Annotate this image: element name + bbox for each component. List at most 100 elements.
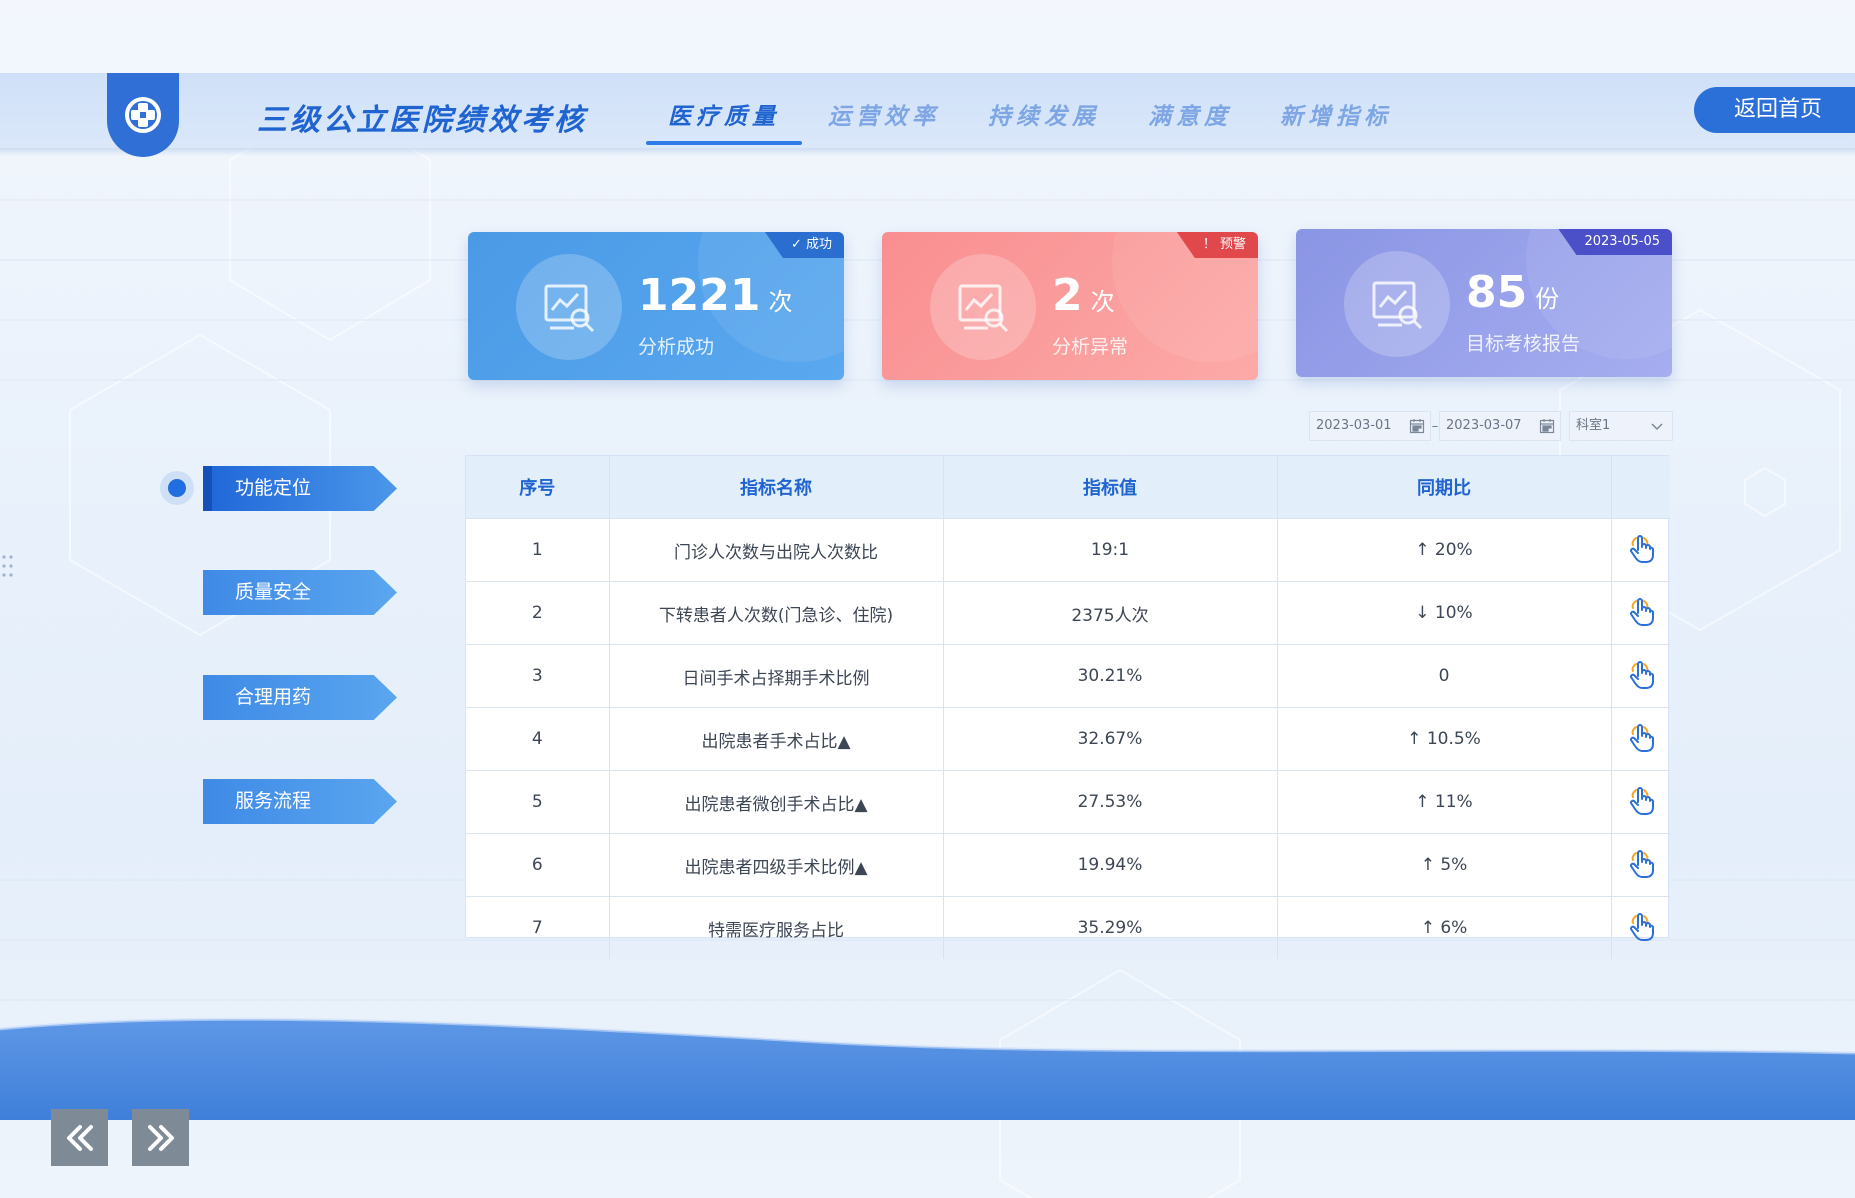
row-value: 19.94%: [943, 833, 1278, 897]
start-date-picker[interactable]: 2023-03-01: [1309, 411, 1431, 441]
row-action[interactable]: [1611, 770, 1670, 834]
tab-new-indicators[interactable]: 新增指标: [1280, 97, 1392, 145]
card-label: 分析成功: [638, 336, 715, 358]
table-header-row: 序号 指标名称 指标值 同期比: [466, 456, 1670, 519]
table-row: 2 下转患者人次数(门急诊、住院) 2375人次 ↓ 10%: [466, 581, 1670, 645]
row-no: 3: [466, 644, 610, 708]
calendar-icon: [1539, 419, 1555, 434]
sidebar-item-function-position[interactable]: 功能定位: [203, 466, 397, 511]
hand-pointer-icon[interactable]: [1626, 847, 1656, 879]
start-date-value: 2023-03-01: [1316, 418, 1392, 433]
card-icon-circle: [930, 254, 1036, 360]
logo-badge: [107, 73, 179, 157]
column-header-name: 指标名称: [609, 456, 944, 519]
table-row: 6 出院患者四级手术比例▲ 19.94% ↑ 5%: [466, 833, 1670, 897]
tab-satisfaction[interactable]: 满意度: [1148, 97, 1232, 145]
card-label: 分析异常: [1052, 336, 1129, 358]
double-chevron-right-icon: [147, 1124, 174, 1151]
sidebar-active-indicator: [160, 471, 194, 505]
sidebar-item-service-process[interactable]: 服务流程: [203, 779, 397, 824]
end-date-picker[interactable]: 2023-03-07: [1439, 411, 1561, 441]
row-no: 6: [466, 833, 610, 897]
row-action[interactable]: [1611, 518, 1670, 582]
table-row: 5 出院患者微创手术占比▲ 27.53% ↑ 11%: [466, 770, 1670, 834]
indicator-table: 序号 指标名称 指标值 同期比 1 门诊人次数与出院人次数比 19:1 ↑ 20…: [465, 455, 1670, 959]
row-value: 27.53%: [943, 770, 1278, 834]
department-select[interactable]: 科室1: [1569, 411, 1673, 441]
row-action[interactable]: [1611, 581, 1670, 645]
row-action[interactable]: [1611, 644, 1670, 708]
row-name: 特需医疗服务占比: [609, 896, 944, 959]
table-row: 1 门诊人次数与出院人次数比 19:1 ↑ 20%: [466, 518, 1670, 582]
hand-pointer-icon[interactable]: [1626, 910, 1656, 942]
prev-page-button[interactable]: [51, 1109, 108, 1166]
row-name: 出院患者微创手术占比▲: [609, 770, 944, 834]
column-header-value: 指标值: [943, 456, 1278, 519]
table-row: 4 出院患者手术占比▲ 32.67% ↑ 10.5%: [466, 707, 1670, 771]
row-yoy: ↑ 10.5%: [1277, 707, 1612, 771]
tab-sustainable-development[interactable]: 持续发展: [988, 97, 1100, 145]
home-button[interactable]: 返回首页: [1694, 87, 1855, 133]
top-bar-shadow: [0, 148, 1855, 156]
row-value: 35.29%: [943, 896, 1278, 959]
row-name: 下转患者人次数(门急诊、住院): [609, 581, 944, 645]
hand-pointer-icon[interactable]: [1626, 595, 1656, 627]
chart-search-icon: [1372, 281, 1423, 330]
hand-pointer-icon[interactable]: [1626, 784, 1656, 816]
row-yoy: 0: [1277, 644, 1612, 708]
column-header-yoy: 同期比: [1277, 456, 1612, 519]
department-value: 科室1: [1576, 418, 1611, 433]
next-page-button[interactable]: [132, 1109, 189, 1166]
tab-operation-efficiency[interactable]: 运营效率: [828, 97, 940, 145]
stat-card-warning: 2次 分析异常 ！ 预警: [882, 232, 1258, 380]
column-header-no: 序号: [466, 456, 610, 519]
row-no: 1: [466, 518, 610, 582]
tab-medical-quality[interactable]: 医疗质量: [646, 97, 802, 145]
card-label: 目标考核报告: [1466, 333, 1581, 355]
calendar-icon: [1409, 419, 1425, 434]
row-no: 5: [466, 770, 610, 834]
chart-search-icon: [544, 284, 595, 333]
row-no: 4: [466, 707, 610, 771]
row-action[interactable]: [1611, 707, 1670, 771]
stat-card-report: 85 份 目标考核报告 2023-05-05: [1296, 229, 1672, 377]
date-badge: 2023-05-05: [1558, 229, 1672, 255]
hand-pointer-icon[interactable]: [1626, 721, 1656, 753]
card-icon-circle: [1344, 251, 1450, 357]
row-yoy: ↓ 10%: [1277, 581, 1612, 645]
row-no: 2: [466, 581, 610, 645]
row-name: 出院患者手术占比▲: [609, 707, 944, 771]
main-nav: 医疗质量 运营效率 持续发展 满意度 新增指标: [646, 97, 1440, 145]
chart-search-icon: [958, 284, 1009, 333]
table-row: 7 特需医疗服务占比 35.29% ↑ 6%: [466, 896, 1670, 960]
row-no: 7: [466, 896, 610, 959]
filter-bar: 2023-03-01 – 2023-03-07 科室1: [1309, 411, 1673, 441]
row-value: 30.21%: [943, 644, 1278, 708]
medical-cross-icon: [125, 97, 161, 133]
stat-card-success: 1221 次 分析成功 ✓ 成功: [468, 232, 844, 380]
card-value: 1221 次: [638, 270, 793, 321]
row-yoy: ↑ 11%: [1277, 770, 1612, 834]
table-row: 3 日间手术占择期手术比例 30.21% 0: [466, 644, 1670, 708]
row-name: 出院患者四级手术比例▲: [609, 833, 944, 897]
row-value: 32.67%: [943, 707, 1278, 771]
hand-pointer-icon[interactable]: [1626, 532, 1656, 564]
card-value: 2次: [1052, 270, 1115, 321]
row-action[interactable]: [1611, 897, 1670, 960]
row-yoy: ↑ 5%: [1277, 833, 1612, 897]
hand-pointer-icon[interactable]: [1626, 658, 1656, 690]
chevron-down-icon: [1651, 423, 1663, 431]
sidebar-item-rational-medication[interactable]: 合理用药: [203, 675, 397, 720]
card-value: 85 份: [1466, 267, 1560, 318]
row-yoy: ↑ 20%: [1277, 518, 1612, 582]
card-icon-circle: [516, 254, 622, 360]
row-action[interactable]: [1611, 833, 1670, 897]
row-value: 19:1: [943, 518, 1278, 582]
sidebar-item-quality-safety[interactable]: 质量安全: [203, 570, 397, 615]
app-title: 三级公立医院绩效考核: [257, 103, 587, 138]
end-date-value: 2023-03-07: [1446, 418, 1522, 433]
row-name: 日间手术占择期手术比例: [609, 644, 944, 708]
row-value: 2375人次: [943, 581, 1278, 645]
row-name: 门诊人次数与出院人次数比: [609, 518, 944, 582]
double-chevron-left-icon: [66, 1124, 93, 1151]
